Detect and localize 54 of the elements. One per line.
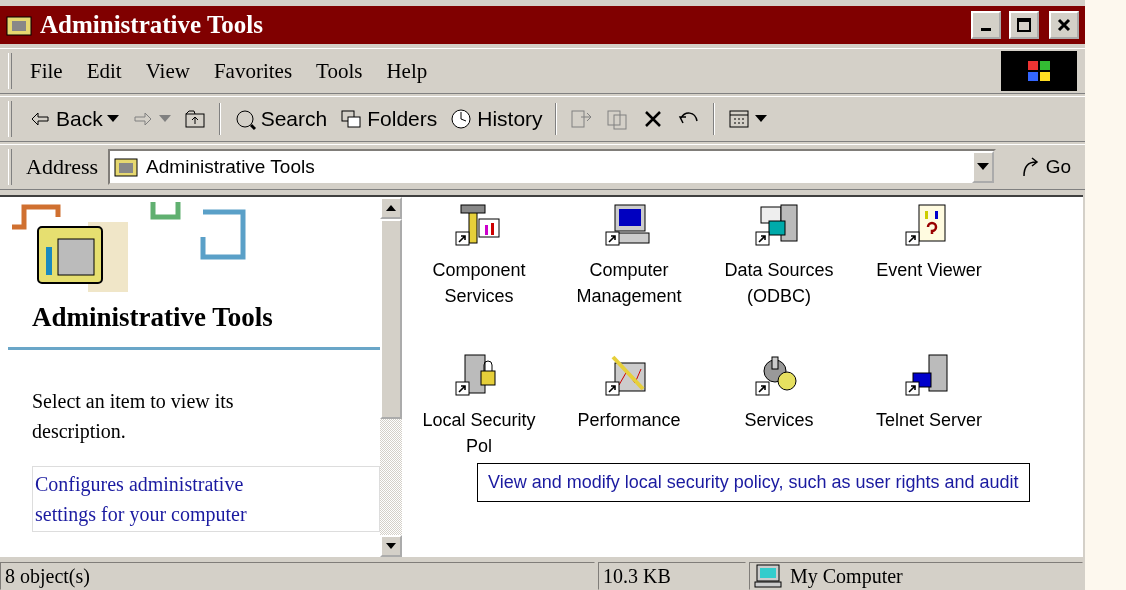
toolbar-button[interactable]: Folders: [333, 103, 444, 135]
item-label[interactable]: Performance: [559, 407, 699, 433]
window-title: Administrative Tools: [40, 11, 264, 39]
description-text: Select an item to view its description.: [31, 389, 235, 445]
maximize-icon: [1017, 18, 1031, 32]
caret-icon: [976, 163, 989, 171]
toolbar-button[interactable]: History: [443, 103, 549, 135]
address-label: Address: [26, 154, 99, 180]
folder-icon: [6, 14, 32, 36]
item-label[interactable]: Data Sources (ODBC): [709, 257, 849, 309]
status-size: 10.3 KB: [598, 562, 746, 590]
caret-icon: [106, 115, 119, 123]
item-label[interactable]: Services: [709, 407, 849, 433]
scroll-down-icon: [386, 543, 396, 549]
up-folder-icon: [182, 107, 207, 131]
minimize-button[interactable]: [971, 11, 1001, 39]
views-icon: [726, 107, 751, 131]
scrollbar[interactable]: [380, 197, 402, 557]
close-button[interactable]: [1049, 11, 1079, 39]
caret-icon: [158, 115, 171, 123]
item-label[interactable]: Computer Management: [559, 257, 699, 309]
zone-label: My Computer: [790, 564, 903, 588]
address-field[interactable]: Administrative Tools: [108, 149, 996, 185]
toolbar-button[interactable]: Back: [22, 103, 125, 135]
copy-to-icon: [604, 107, 629, 131]
minimize-icon: [981, 28, 991, 31]
move-to-icon: [568, 107, 593, 131]
menu-item[interactable]: Help: [378, 54, 436, 88]
menu-item[interactable]: Favorites: [205, 54, 301, 88]
caret-icon: [754, 115, 767, 123]
address-value: Administrative Tools: [146, 156, 315, 178]
history-icon: [449, 107, 474, 131]
shortcut-icon: [605, 203, 653, 247]
go-button[interactable]: Go: [1013, 155, 1077, 179]
menu-item[interactable]: Edit: [78, 54, 130, 88]
menu-item[interactable]: File: [22, 54, 71, 88]
folders-icon: [339, 107, 364, 131]
close-icon: [1057, 18, 1071, 32]
item-label[interactable]: Event Viewer: [859, 257, 999, 283]
menu-item[interactable]: Tools: [308, 54, 371, 88]
windows-flag-icon: [1026, 59, 1052, 83]
menu-item[interactable]: View: [137, 54, 198, 88]
tooltip: View and modify local security policy, such as user rights and audit: [477, 463, 1030, 502]
scroll-up-icon: [386, 205, 396, 211]
item-label[interactable]: Local Security Pol: [409, 407, 549, 459]
maximize-button[interactable]: [1009, 11, 1039, 39]
scroll-thumb[interactable]: [380, 219, 402, 419]
shortcut-icon: [455, 203, 503, 247]
item-label[interactable]: Telnet Server: [859, 407, 999, 433]
folder-icon: [114, 157, 139, 177]
status-objects: 8 object(s): [0, 562, 595, 590]
dropdown-button[interactable]: [971, 151, 994, 183]
toolbar-button[interactable]: Search: [226, 103, 334, 135]
item-label[interactable]: Component Services: [409, 257, 549, 309]
